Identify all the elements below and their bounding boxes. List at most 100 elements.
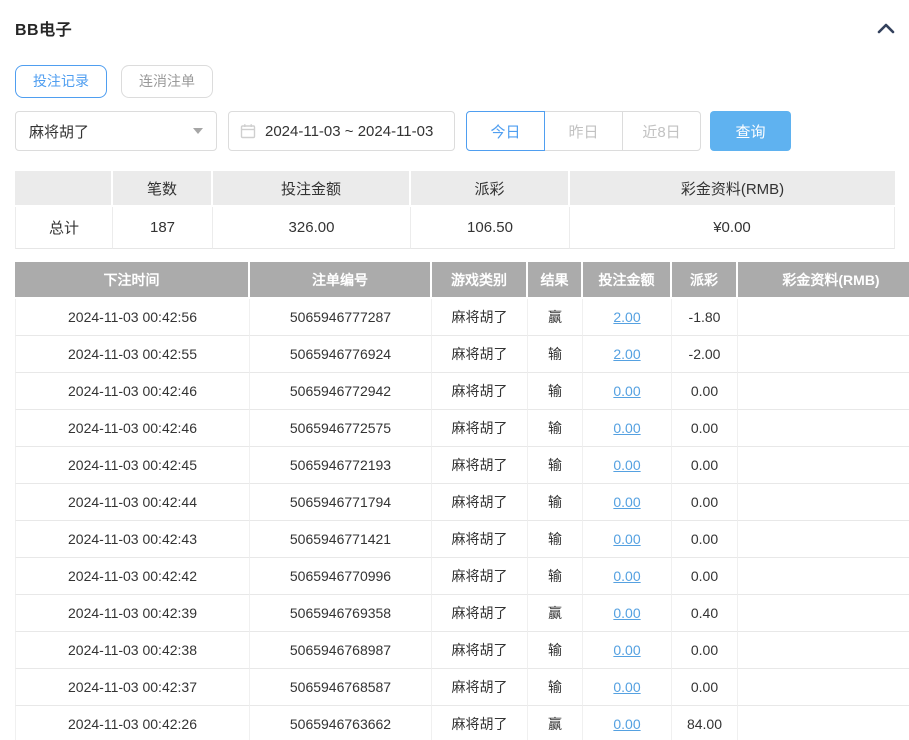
- table-row: 2024-11-03 00:42:55 5065946776924 麻将胡了 输…: [15, 336, 909, 373]
- summary-col-jackpot: 彩金资料(RMB): [570, 171, 895, 207]
- calendar-icon: [240, 123, 256, 139]
- bet-id-cell: 5065946777287: [250, 299, 432, 336]
- summary-col-payout: 派彩: [411, 171, 570, 207]
- bet-amount-cell: 0.00: [583, 706, 672, 740]
- bet-id-cell: 5065946772575: [250, 410, 432, 447]
- page: BB电子 投注记录 连消注单 麻将胡了 2024-11-03 ~ 20: [0, 0, 909, 740]
- payout-cell: 0.00: [672, 410, 738, 447]
- bet-id-cell: 5065946768987: [250, 632, 432, 669]
- bet-amount-link[interactable]: 2.00: [613, 346, 640, 362]
- jackpot-cell: [738, 595, 909, 632]
- bet-amount-link[interactable]: 0.00: [613, 494, 640, 510]
- bet-time-cell: 2024-11-03 00:42:46: [15, 410, 250, 447]
- page-title: BB电子: [15, 16, 72, 40]
- table-row: 2024-11-03 00:42:37 5065946768587 麻将胡了 输…: [15, 669, 909, 706]
- records-col-bet-amount: 投注金额: [583, 262, 672, 299]
- query-button[interactable]: 查询: [710, 111, 791, 151]
- bet-amount-cell: 2.00: [583, 336, 672, 373]
- game-type-cell: 麻将胡了: [432, 595, 528, 632]
- payout-cell: 0.00: [672, 484, 738, 521]
- bet-id-cell: 5065946769358: [250, 595, 432, 632]
- bet-amount-link[interactable]: 0.00: [613, 383, 640, 399]
- summary-total-jackpot: ¥0.00: [570, 207, 895, 249]
- game-type-cell: 麻将胡了: [432, 521, 528, 558]
- payout-cell: -2.00: [672, 336, 738, 373]
- result-cell: 输: [528, 410, 583, 447]
- tab-cancelled-orders[interactable]: 连消注单: [121, 65, 213, 98]
- jackpot-cell: [738, 669, 909, 706]
- bet-amount-link[interactable]: 0.00: [613, 716, 640, 732]
- result-cell: 输: [528, 558, 583, 595]
- bet-amount-link[interactable]: 0.00: [613, 642, 640, 658]
- game-type-cell: 麻将胡了: [432, 410, 528, 447]
- game-type-cell: 麻将胡了: [432, 299, 528, 336]
- jackpot-cell: [738, 447, 909, 484]
- bet-id-cell: 5065946776924: [250, 336, 432, 373]
- bet-id-cell: 5065946770996: [250, 558, 432, 595]
- table-row: 2024-11-03 00:42:46 5065946772942 麻将胡了 输…: [15, 373, 909, 410]
- bet-time-cell: 2024-11-03 00:42:44: [15, 484, 250, 521]
- bet-amount-link[interactable]: 0.00: [613, 420, 640, 436]
- table-row: 2024-11-03 00:42:56 5065946777287 麻将胡了 赢…: [15, 299, 909, 336]
- quick-button-yesterday[interactable]: 昨日: [544, 111, 623, 151]
- bet-amount-cell: 0.00: [583, 373, 672, 410]
- game-type-cell: 麻将胡了: [432, 706, 528, 740]
- game-select[interactable]: 麻将胡了: [15, 111, 217, 151]
- records-col-bet-id: 注单编号: [250, 262, 432, 299]
- payout-cell: 0.00: [672, 558, 738, 595]
- bet-time-cell: 2024-11-03 00:42:56: [15, 299, 250, 336]
- bet-amount-link[interactable]: 0.00: [613, 605, 640, 621]
- payout-cell: 0.40: [672, 595, 738, 632]
- quick-button-today[interactable]: 今日: [466, 111, 545, 151]
- summary-total-bet-amount: 326.00: [213, 207, 411, 249]
- records-header-row: 下注时间 注单编号 游戏类别 结果 投注金额 派彩 彩金资料(RMB): [15, 262, 909, 299]
- bet-amount-link[interactable]: 0.00: [613, 531, 640, 547]
- table-row: 2024-11-03 00:42:44 5065946771794 麻将胡了 输…: [15, 484, 909, 521]
- caret-down-icon: [193, 128, 203, 134]
- records-col-payout: 派彩: [672, 262, 738, 299]
- date-range-picker[interactable]: 2024-11-03 ~ 2024-11-03: [228, 111, 455, 151]
- collapse-button[interactable]: [875, 19, 897, 37]
- game-type-cell: 麻将胡了: [432, 447, 528, 484]
- payout-cell: 84.00: [672, 706, 738, 740]
- bet-amount-cell: 0.00: [583, 632, 672, 669]
- bet-time-cell: 2024-11-03 00:42:42: [15, 558, 250, 595]
- bet-amount-link[interactable]: 0.00: [613, 568, 640, 584]
- game-type-cell: 麻将胡了: [432, 484, 528, 521]
- bet-time-cell: 2024-11-03 00:42:46: [15, 373, 250, 410]
- table-row: 2024-11-03 00:42:38 5065946768987 麻将胡了 输…: [15, 632, 909, 669]
- game-type-cell: 麻将胡了: [432, 373, 528, 410]
- bet-amount-link[interactable]: 0.00: [613, 457, 640, 473]
- summary-col-blank: [15, 171, 113, 207]
- bet-amount-link[interactable]: 0.00: [613, 679, 640, 695]
- bet-amount-link[interactable]: 2.00: [613, 309, 640, 325]
- bet-amount-cell: 0.00: [583, 558, 672, 595]
- bet-id-cell: 5065946763662: [250, 706, 432, 740]
- game-type-cell: 麻将胡了: [432, 558, 528, 595]
- game-select-value: 麻将胡了: [29, 121, 89, 142]
- quick-button-last8days[interactable]: 近8日: [622, 111, 701, 151]
- jackpot-cell: [738, 373, 909, 410]
- records-body: 2024-11-03 00:42:56 5065946777287 麻将胡了 赢…: [15, 299, 909, 740]
- result-cell: 赢: [528, 706, 583, 740]
- chevron-up-icon: [877, 21, 895, 35]
- tab-bet-records[interactable]: 投注记录: [15, 65, 107, 98]
- payout-cell: 0.00: [672, 447, 738, 484]
- bet-amount-cell: 0.00: [583, 484, 672, 521]
- result-cell: 输: [528, 669, 583, 706]
- payout-cell: 0.00: [672, 373, 738, 410]
- result-cell: 赢: [528, 595, 583, 632]
- bet-amount-cell: 2.00: [583, 299, 672, 336]
- summary-header-row: 笔数 投注金额 派彩 彩金资料(RMB): [15, 171, 895, 207]
- summary-col-count: 笔数: [113, 171, 213, 207]
- game-type-cell: 麻将胡了: [432, 632, 528, 669]
- bet-amount-cell: 0.00: [583, 410, 672, 447]
- jackpot-cell: [738, 706, 909, 740]
- payout-cell: 0.00: [672, 521, 738, 558]
- bet-amount-cell: 0.00: [583, 521, 672, 558]
- jackpot-cell: [738, 484, 909, 521]
- result-cell: 输: [528, 447, 583, 484]
- payout-cell: -1.80: [672, 299, 738, 336]
- game-type-cell: 麻将胡了: [432, 336, 528, 373]
- result-cell: 赢: [528, 299, 583, 336]
